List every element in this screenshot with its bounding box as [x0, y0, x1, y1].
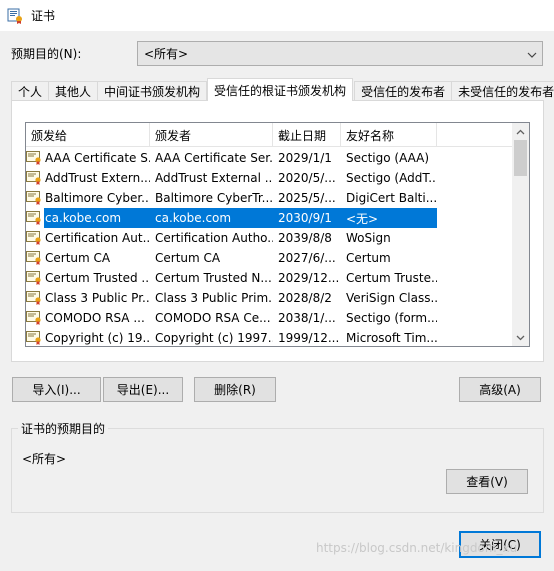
- cell-expiration: 2027/6/...: [278, 251, 336, 265]
- table-row[interactable]: Certification Aut... Certification Autho.…: [26, 228, 513, 248]
- cell-issued-to: AAA Certificate S...: [45, 151, 150, 165]
- certificate-list[interactable]: 颁发给 颁发者 截止日期 友好名称 AAA Certificate S... AA…: [25, 122, 530, 347]
- certificate-icon: [26, 231, 42, 245]
- scroll-down-icon[interactable]: [512, 329, 529, 346]
- cell-issued-by: Certum Trusted N...: [155, 271, 272, 285]
- certificate-icon: [26, 291, 42, 305]
- cell-issued-to: AddTrust Extern...: [45, 171, 150, 185]
- certificate-icon: [26, 211, 42, 225]
- cell-expiration: 2030/9/1: [273, 208, 341, 228]
- store-tabs: 个人 其他人 中间证书颁发机构 受信任的根证书颁发机构 受信任的发布者 未受信任…: [11, 78, 554, 101]
- cell-friendly-name: VeriSign Class...: [346, 291, 437, 305]
- certificate-rows: AAA Certificate S... AAA Certificate Ser.…: [26, 148, 513, 346]
- watermark: https://blog.csdn.net/kingdom_xu: [316, 541, 518, 555]
- cell-expiration: 2038/1/...: [278, 311, 336, 325]
- certificate-icon: [26, 171, 42, 185]
- tab-untrusted-publishers[interactable]: 未受信任的发布者: [451, 81, 554, 101]
- scrollbar-thumb[interactable]: [514, 140, 527, 176]
- cell-issued-by: Certum CA: [155, 251, 221, 265]
- table-row[interactable]: Certum Trusted ... Certum Trusted N... 202…: [26, 268, 513, 288]
- column-header-issued-by[interactable]: 颁发者: [150, 123, 273, 147]
- cell-issued-to: Certum Trusted ...: [45, 271, 150, 285]
- certificate-icon: [26, 191, 42, 205]
- intended-purpose-row: 预期目的(N): <所有>: [11, 41, 545, 66]
- cell-issued-by: Baltimore CyberTr...: [155, 191, 273, 205]
- cell-issued-to: Certification Aut...: [45, 231, 150, 245]
- certificate-icon: [26, 251, 42, 265]
- cell-expiration: 2028/8/2: [278, 291, 332, 305]
- table-row[interactable]: COMODO RSA ... COMODO RSA Ce... 2038/1/...…: [26, 308, 513, 328]
- certificate-icon: [26, 151, 42, 165]
- cell-expiration: 2025/5/...: [278, 191, 336, 205]
- column-header-expiration[interactable]: 截止日期: [273, 123, 341, 147]
- certificate-purposes-label: 证书的预期目的: [18, 420, 109, 437]
- cell-friendly-name: Certum: [346, 251, 391, 265]
- table-row[interactable]: Class 3 Public Pr... Class 3 Public Prim.…: [26, 288, 513, 308]
- chevron-down-icon: [527, 49, 537, 59]
- column-header-friendly-name[interactable]: 友好名称: [341, 123, 437, 147]
- cell-expiration: 1999/12...: [278, 331, 340, 345]
- certificate-icon: [26, 311, 42, 325]
- cell-issued-to: Certum CA: [45, 251, 111, 265]
- certificate-icon: [26, 331, 42, 345]
- table-row[interactable]: ca.kobe.com ca.kobe.com 2030/9/1 <无>: [26, 208, 513, 228]
- cell-issued-by: AAA Certificate Ser...: [155, 151, 273, 165]
- cell-friendly-name: Sectigo (AddT...: [346, 171, 437, 185]
- remove-button[interactable]: 删除(R): [194, 377, 276, 402]
- list-header: 颁发给 颁发者 截止日期 友好名称: [26, 123, 513, 147]
- cell-expiration: 2020/5/...: [278, 171, 336, 185]
- view-button[interactable]: 查看(V): [446, 469, 528, 494]
- table-row[interactable]: AddTrust Extern... AddTrust External ... 2…: [26, 168, 513, 188]
- cell-friendly-name: WoSign: [346, 231, 391, 245]
- cell-issued-by: COMODO RSA Ce...: [155, 311, 271, 325]
- certificate-purposes-value: <所有>: [22, 452, 67, 466]
- certificate-app-icon: [7, 8, 23, 24]
- tab-personal[interactable]: 个人: [11, 81, 50, 101]
- title-bar: 证书: [0, 0, 554, 31]
- cell-friendly-name: Sectigo (AAA): [346, 151, 430, 165]
- tab-panel: 颁发给 颁发者 截止日期 友好名称 AAA Certificate S... AA…: [11, 100, 544, 362]
- cell-issued-to: Copyright (c) 19...: [45, 331, 150, 345]
- cell-issued-by: AddTrust External ...: [155, 171, 273, 185]
- cell-issued-by: Certification Autho...: [155, 231, 273, 245]
- cell-friendly-name: Microsoft Tim...: [346, 331, 437, 345]
- advanced-button[interactable]: 高级(A): [459, 377, 541, 402]
- certificate-icon: [26, 271, 42, 285]
- cell-expiration: 2029/12...: [278, 271, 340, 285]
- cell-issued-by: Copyright (c) 1997...: [155, 331, 273, 345]
- intended-purpose-selected: <所有>: [144, 47, 189, 61]
- column-header-issued-to[interactable]: 颁发给: [26, 123, 150, 147]
- cell-issued-to: COMODO RSA ...: [45, 311, 145, 325]
- cell-friendly-name: Certum Truste...: [346, 271, 437, 285]
- cell-issued-to: Class 3 Public Pr...: [45, 291, 150, 305]
- window-title: 证书: [31, 9, 56, 23]
- cell-friendly-name: DigiCert Balti...: [346, 191, 437, 205]
- cell-expiration: 2029/1/1: [278, 151, 332, 165]
- table-row[interactable]: Copyright (c) 19... Copyright (c) 1997...…: [26, 328, 513, 346]
- intended-purpose-dropdown[interactable]: <所有>: [137, 41, 543, 66]
- export-button[interactable]: 导出(E)...: [103, 377, 183, 402]
- cell-issued-to: ca.kobe.com: [44, 208, 150, 228]
- tab-trusted-root-ca[interactable]: 受信任的根证书颁发机构: [207, 78, 354, 101]
- cell-issued-by: Class 3 Public Prim...: [155, 291, 273, 305]
- cell-issued-to: Baltimore Cyber...: [45, 191, 150, 205]
- cell-issued-by: ca.kobe.com: [150, 208, 273, 228]
- tab-intermediate-ca[interactable]: 中间证书颁发机构: [97, 81, 208, 101]
- cell-friendly-name: Sectigo (form...: [346, 311, 437, 325]
- cell-expiration: 2039/8/8: [278, 231, 332, 245]
- scroll-up-icon[interactable]: [512, 123, 529, 140]
- table-row[interactable]: AAA Certificate S... AAA Certificate Ser.…: [26, 148, 513, 168]
- table-row[interactable]: Certum CA Certum CA 2027/6/... Certum: [26, 248, 513, 268]
- table-row[interactable]: Baltimore Cyber... Baltimore CyberTr... 20…: [26, 188, 513, 208]
- vertical-scrollbar[interactable]: [512, 123, 529, 346]
- tab-other-people[interactable]: 其他人: [48, 81, 99, 101]
- cell-friendly-name: <无>: [341, 208, 437, 228]
- intended-purpose-label: 预期目的(N):: [11, 47, 82, 61]
- tab-trusted-publishers[interactable]: 受信任的发布者: [354, 81, 453, 101]
- import-button[interactable]: 导入(I)...: [12, 377, 101, 402]
